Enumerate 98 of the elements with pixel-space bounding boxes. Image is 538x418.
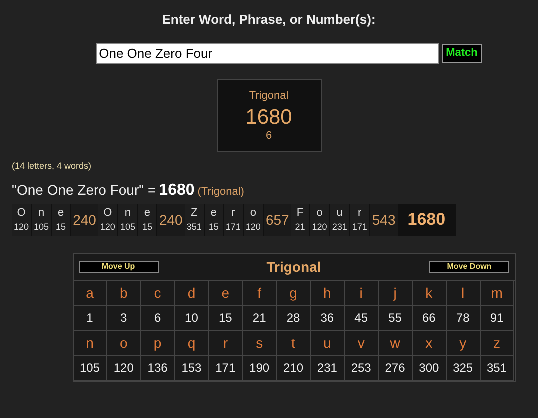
letter: n — [124, 207, 132, 220]
table-letter: a — [74, 281, 108, 306]
table-letter: v — [344, 331, 379, 356]
letter-value: 15 — [208, 222, 219, 233]
table-value: 91 — [480, 306, 514, 331]
letter-value: 15 — [56, 222, 66, 233]
table-letter: e — [209, 281, 244, 306]
gematria-value: 1680 — [246, 106, 292, 130]
table-letter: h — [310, 281, 345, 306]
word-total: 240 — [73, 210, 96, 230]
table-value: 21 — [243, 306, 278, 331]
table-letter: g — [277, 281, 311, 306]
letter-value: 15 — [142, 222, 152, 233]
table-value: 253 — [344, 356, 379, 381]
phrase-text: "One One Zero Four" = — [12, 181, 156, 199]
table-value: 300 — [412, 356, 447, 381]
heading: Enter Word, Phrase, or Number(s): — [162, 12, 376, 28]
letter: Z — [190, 207, 198, 220]
letter-value: 105 — [120, 222, 136, 233]
reduction-value: 6 — [266, 130, 272, 142]
letter-value: 171 — [352, 222, 368, 233]
table-value: 153 — [175, 356, 210, 381]
letter-value: 21 — [295, 222, 306, 233]
table-value: 190 — [243, 356, 278, 381]
table-letter: i — [344, 281, 379, 306]
table-title: Trigonal — [266, 258, 322, 277]
table-value: 351 — [480, 356, 514, 381]
table-letter: z — [480, 331, 514, 356]
table-letter: l — [446, 281, 481, 306]
word-total: 543 — [372, 210, 396, 230]
search-field[interactable]: One One Zero Four — [96, 43, 440, 64]
table-letter: n — [74, 331, 108, 356]
word-total: 657 — [266, 210, 290, 230]
letter: o — [316, 207, 323, 220]
letter: o — [250, 207, 256, 220]
letter: n — [38, 207, 45, 220]
table-value: 15 — [209, 306, 244, 331]
table-letter: j — [378, 281, 413, 306]
table-value: 45 — [344, 306, 379, 331]
table-letter: d — [175, 281, 210, 306]
letter-value: 120 — [14, 222, 30, 233]
letter-value: 351 — [186, 222, 202, 233]
letter-value: 231 — [332, 222, 348, 233]
table-letter: w — [378, 331, 413, 356]
table-value: 325 — [446, 356, 481, 381]
cipher-name: Trigonal — [249, 90, 289, 103]
letter: O — [104, 207, 112, 220]
table-value: 210 — [277, 356, 311, 381]
table-value: 231 — [310, 356, 345, 381]
table-value: 10 — [175, 306, 210, 331]
letter: r — [358, 207, 362, 220]
table-value: 3 — [107, 306, 142, 331]
table-value: 55 — [378, 306, 413, 331]
table-letter: y — [446, 331, 481, 356]
move-up-button[interactable]: Move Up — [78, 261, 158, 273]
letter-value: 171 — [226, 222, 241, 233]
letter-word-count: (14 letters, 4 words) — [12, 161, 93, 172]
letter: e — [144, 207, 151, 220]
match-button[interactable]: Match — [442, 44, 482, 63]
table-value: 120 — [107, 356, 142, 381]
table-letter: s — [243, 331, 278, 356]
table-value: 78 — [446, 306, 481, 331]
table-letter: b — [107, 281, 142, 306]
total-value: 1680 — [159, 182, 195, 200]
letter: e — [210, 207, 217, 220]
cipher-name: (Trigonal) — [198, 185, 244, 200]
table-letter: m — [480, 281, 514, 306]
table-letter: o — [107, 331, 142, 356]
table-letter: c — [141, 281, 176, 306]
table-value: 36 — [310, 306, 345, 331]
table-letter: f — [243, 281, 278, 306]
letter-value: 120 — [100, 222, 116, 233]
table-value: 66 — [412, 306, 447, 331]
letter-value: 120 — [246, 222, 261, 233]
letter: u — [336, 207, 343, 220]
move-down-button[interactable]: Move Down — [429, 261, 510, 273]
letter-value: 105 — [34, 222, 50, 233]
table-letter: x — [412, 331, 447, 356]
table-letter: q — [175, 331, 210, 356]
table-letter: t — [277, 331, 311, 356]
letter: e — [58, 207, 64, 220]
table-letter: k — [412, 281, 447, 306]
letter: r — [232, 207, 236, 220]
table-value: 171 — [209, 356, 244, 381]
table-value: 105 — [74, 356, 108, 381]
table-letter: u — [310, 331, 345, 356]
table-value: 6 — [141, 306, 176, 331]
letter: F — [296, 207, 304, 220]
letter: O — [17, 207, 26, 220]
table-value: 1 — [74, 306, 108, 331]
table-letter: p — [141, 331, 176, 356]
table-value: 28 — [277, 306, 311, 331]
phrase-total: 1680 — [408, 209, 446, 232]
table-letter: r — [209, 331, 244, 356]
word-total: 240 — [159, 210, 183, 230]
table-value: 136 — [141, 356, 176, 381]
table-value: 276 — [378, 356, 413, 381]
letter-value: 120 — [312, 222, 328, 233]
